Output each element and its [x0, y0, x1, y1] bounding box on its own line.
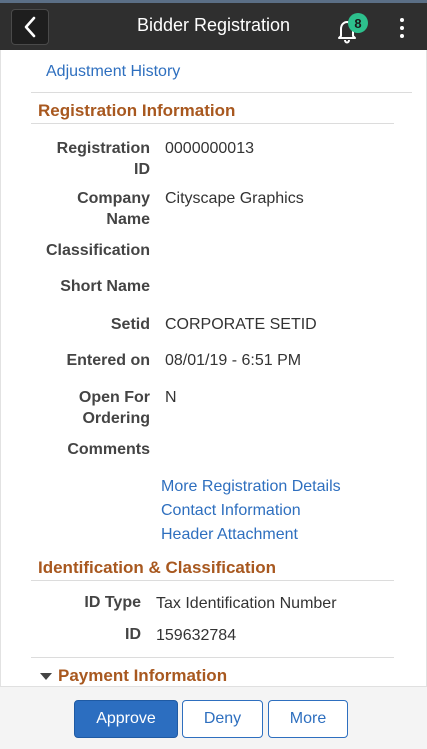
divider	[31, 92, 412, 93]
divider	[31, 657, 394, 658]
company-name-label: Company Name	[77, 188, 150, 230]
approve-button[interactable]: Approve	[74, 700, 178, 738]
divider	[31, 580, 394, 581]
identification-section-title: Identification & Classification	[38, 558, 277, 577]
id-label: ID	[125, 626, 141, 643]
registration-id-value: 0000000013	[165, 140, 254, 157]
open-for-ordering-label: Open For Ordering	[79, 387, 150, 429]
kebab-dot-icon	[400, 18, 404, 22]
actions-menu-button[interactable]	[392, 13, 412, 43]
entered-on-label: Entered on	[66, 352, 150, 369]
header-attachment-link[interactable]: Header Attachment	[161, 526, 298, 544]
setid-label: Setid	[110, 316, 150, 333]
payment-section-title: Payment Information	[58, 666, 228, 685]
main-content: Adjustment History Registration Informat…	[0, 50, 427, 686]
kebab-dot-icon	[400, 34, 404, 38]
company-name-value: Cityscape Graphics	[165, 190, 304, 207]
registration-id-label: Registration ID	[57, 138, 150, 180]
id-type-value: Tax Identification Number	[156, 595, 337, 612]
label-line: Open For	[78, 389, 150, 406]
back-button[interactable]	[11, 9, 49, 45]
divider	[31, 123, 394, 124]
more-registration-details-link[interactable]: More Registration Details	[161, 478, 341, 496]
action-footer: Approve Deny More	[0, 686, 427, 749]
label-line: ID	[134, 161, 150, 178]
label-line: Registration	[56, 140, 150, 157]
payment-section-toggle[interactable]: Payment Information	[38, 666, 227, 686]
chevron-left-icon	[24, 16, 36, 38]
label-line: Company	[77, 190, 150, 207]
id-type-label: ID Type	[84, 594, 141, 611]
entered-on-value: 08/01/19 - 6:51 PM	[165, 352, 302, 369]
deny-button[interactable]: Deny	[182, 700, 263, 738]
classification-label: Classification	[45, 242, 150, 259]
contact-information-link[interactable]: Contact Information	[161, 502, 301, 520]
adjustment-history-link[interactable]: Adjustment History	[46, 63, 180, 81]
more-button[interactable]: More	[268, 700, 348, 738]
label-line: Ordering	[82, 410, 150, 427]
label-line: Name	[106, 211, 150, 228]
notifications-button[interactable]: 8	[333, 12, 373, 44]
registration-section-title: Registration Information	[38, 101, 236, 120]
short-name-label: Short Name	[60, 278, 150, 295]
comments-label: Comments	[67, 441, 150, 458]
setid-value: CORPORATE SETID	[165, 316, 317, 333]
id-value: 159632784	[156, 627, 237, 644]
open-for-ordering-value: N	[165, 389, 177, 406]
app-header: Bidder Registration 8	[0, 0, 427, 50]
caret-down-icon	[40, 673, 52, 680]
notification-count-badge: 8	[348, 13, 368, 33]
kebab-dot-icon	[400, 26, 404, 30]
